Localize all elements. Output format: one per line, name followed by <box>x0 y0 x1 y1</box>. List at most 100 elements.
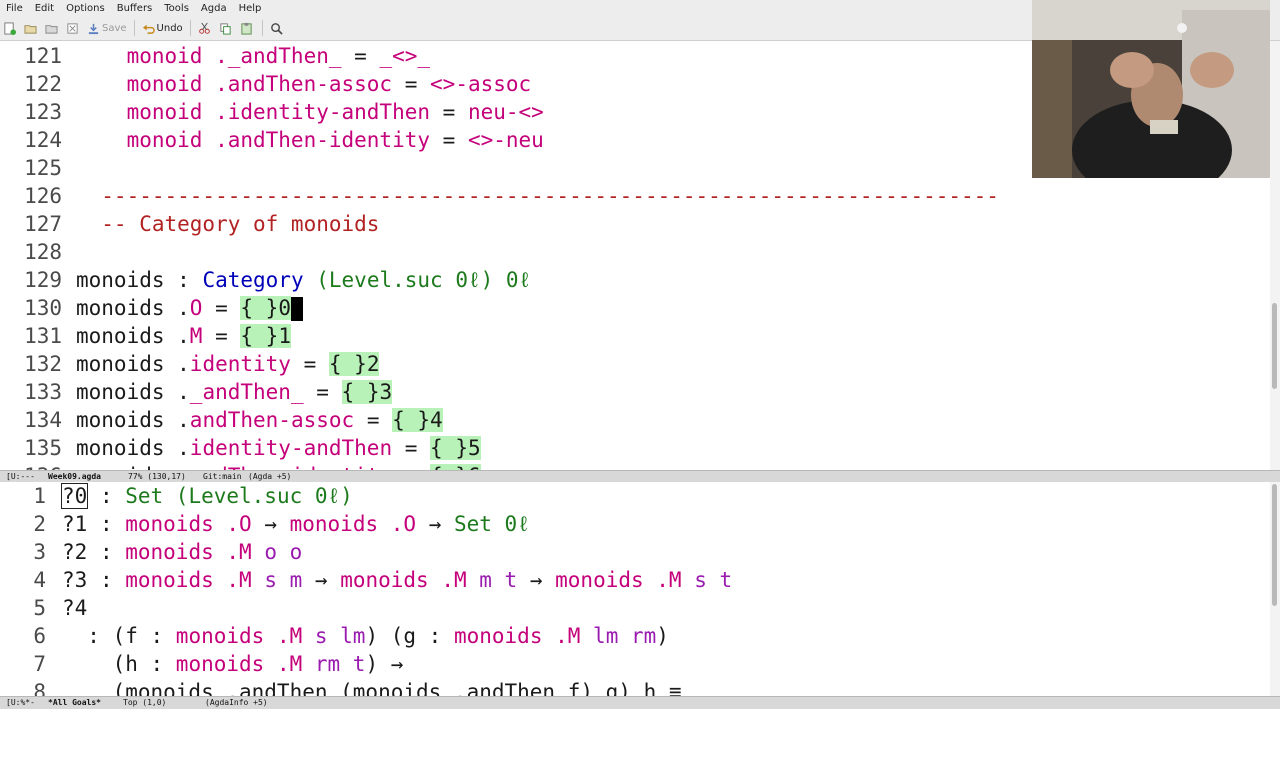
editor-line[interactable]: 128 <box>0 238 76 266</box>
goal-line[interactable]: 8 (monoids .andThen (monoids .andThen f)… <box>0 678 682 696</box>
code-text[interactable]: monoids : Category (Level.suc 0ℓ) 0ℓ <box>76 266 531 294</box>
code-token: (monoids .andThen (monoids .andThen f) g… <box>62 680 682 696</box>
code-text[interactable]: : (f : monoids .M s lm) (g : monoids .M … <box>62 622 669 650</box>
folder-icon <box>24 24 37 34</box>
code-token: o o <box>251 540 303 564</box>
code-text[interactable]: (monoids .andThen (monoids .andThen f) g… <box>62 678 682 696</box>
line-number: 2 <box>33 512 46 536</box>
code-token: = <box>290 352 329 376</box>
line-number: 136 <box>0 462 62 470</box>
code-token: andThen-assoc <box>189 408 355 432</box>
mode-line-position: Top (1,0) <box>123 698 167 707</box>
editor-line[interactable]: 126 ------------------------------------… <box>0 182 999 210</box>
open-file-button[interactable] <box>21 18 42 38</box>
code-text[interactable]: ?0 : Set (Level.suc 0ℓ) <box>60 482 353 510</box>
editor-line[interactable]: 133 monoids ._andThen_ = { }3 <box>0 378 393 406</box>
code-text[interactable]: ?3 : monoids .M s m → monoids .M m t → m… <box>62 566 732 594</box>
line-number: 133 <box>24 380 62 404</box>
goal-line[interactable]: 2 ?1 : monoids .O → monoids .O → Set 0ℓ <box>0 510 530 538</box>
code-text[interactable]: monoids .identity = { }2 <box>76 350 380 378</box>
code-text[interactable]: monoid .andThen-identity = <>-neu <box>76 126 544 154</box>
menu-item-tools[interactable]: Tools <box>158 3 195 14</box>
goals-scrollbar[interactable] <box>1270 482 1280 696</box>
editor-line[interactable]: 122 monoid .andThen-assoc = <>-assoc <box>0 70 531 98</box>
editor-scrollbar[interactable] <box>1270 41 1280 470</box>
code-text[interactable]: monoids .M = { }1 <box>76 322 291 350</box>
code-text[interactable]: monoid .andThen-assoc = <>-assoc <box>76 70 532 98</box>
code-token: = <box>202 324 241 348</box>
code-token: neu-<> <box>467 100 544 124</box>
mode-line-mode[interactable]: (AgdaInfo +5) <box>205 697 268 709</box>
goal-line[interactable]: 6 : (f : monoids .M s lm) (g : monoids .… <box>0 622 669 650</box>
code-text[interactable]: monoids ._andThen_ = { }3 <box>76 378 393 406</box>
new-file-icon <box>4 21 16 35</box>
editor-line[interactable]: 123 monoid .identity-andThen = neu-<> <box>0 98 544 126</box>
goal-line[interactable]: 4 ?3 : monoids .M s m → monoids .M m t → … <box>0 566 732 594</box>
editor-scrollbar-thumb[interactable] <box>1272 303 1277 389</box>
editor-line[interactable]: 129 monoids : Category (Level.suc 0ℓ) 0ℓ <box>0 266 531 294</box>
menu-item-edit[interactable]: Edit <box>29 3 60 14</box>
editor-line[interactable]: 121 monoid ._andThen_ = _<>_ <box>0 42 430 70</box>
goal-hole[interactable]: { }1 <box>240 324 291 348</box>
code-text[interactable]: ----------------------------------------… <box>76 182 999 210</box>
search-button[interactable] <box>267 18 288 38</box>
code-token: ) → <box>365 652 404 676</box>
code-text[interactable]: -- Category of monoids <box>76 210 379 238</box>
code-text[interactable]: monoids .O = { }0 <box>76 294 303 322</box>
paste-button[interactable] <box>237 18 258 38</box>
editor-line[interactable]: 131 monoids .M = { }1 <box>0 322 291 350</box>
line-number: 122 <box>24 72 62 96</box>
editor-line[interactable]: 136 monoids .andThen-identity = { }6 <box>0 462 481 470</box>
toolbar-separator <box>189 20 191 36</box>
goals-pane[interactable]: 1 ?0 : Set (Level.suc 0ℓ) 2 ?1 : monoids .O… <box>0 482 1270 696</box>
goal-line[interactable]: 5 ?4 <box>0 594 87 622</box>
code-text[interactable]: monoids .andThen-identity = { }6 <box>76 462 481 470</box>
code-text[interactable]: ?1 : monoids .O → monoids .O → Set 0ℓ <box>62 510 530 538</box>
goal-hole[interactable]: { }0 <box>240 296 291 320</box>
code-token: = <box>202 296 241 320</box>
goal-line[interactable]: 3 ?2 : monoids .M o o <box>0 538 302 566</box>
new-file-button[interactable] <box>0 18 21 38</box>
editor-line[interactable]: 130 monoids .O = { }0 <box>0 294 303 322</box>
cut-button[interactable] <box>195 18 216 38</box>
close-buffer-button[interactable] <box>63 18 84 38</box>
code-text[interactable]: monoids .andThen-assoc = { }4 <box>76 406 443 434</box>
code-text[interactable]: monoid .identity-andThen = neu-<> <box>76 98 544 126</box>
code-token: s lm <box>302 624 366 648</box>
goal-line[interactable]: 7 (h : monoids .M rm t) → <box>0 650 403 678</box>
goal-hole[interactable]: { }3 <box>341 380 393 404</box>
open-directory-button[interactable] <box>42 18 63 38</box>
editor-line[interactable]: 127 -- Category of monoids <box>0 210 379 238</box>
save-button[interactable]: Save <box>84 18 130 38</box>
code-text[interactable]: monoids .identity-andThen = { }5 <box>76 434 481 462</box>
mode-line-buffer-name[interactable]: *All Goals* <box>48 697 101 709</box>
code-text[interactable]: ?4 <box>62 594 87 622</box>
editor-line[interactable]: 125 <box>0 154 76 182</box>
code-text[interactable]: (h : monoids .M rm t) → <box>62 650 404 678</box>
code-token: Set (Level.suc 0ℓ) <box>125 484 353 508</box>
goal-line[interactable]: 1 ?0 : Set (Level.suc 0ℓ) <box>0 482 353 510</box>
code-token: monoids .O <box>125 512 252 536</box>
menu-item-options[interactable]: Options <box>60 3 111 14</box>
menu-item-agda[interactable]: Agda <box>195 3 233 14</box>
line-number: 128 <box>24 240 62 264</box>
menu-item-file[interactable]: File <box>0 3 29 14</box>
goal-hole[interactable]: { }2 <box>328 352 380 376</box>
editor-line[interactable]: 132 monoids .identity = { }2 <box>0 350 380 378</box>
code-token: : <box>164 268 203 292</box>
undo-button[interactable]: Undo <box>139 18 186 38</box>
menu-item-buffers[interactable]: Buffers <box>111 3 159 14</box>
copy-button[interactable] <box>216 18 237 38</box>
editor-line[interactable]: 134 monoids .andThen-assoc = { }4 <box>0 406 443 434</box>
menu-item-help[interactable]: Help <box>233 3 268 14</box>
code-token: = <box>341 44 380 68</box>
paste-icon <box>241 22 252 35</box>
goal-hole[interactable]: { }4 <box>392 408 443 432</box>
editor-line[interactable]: 124 monoid .andThen-identity = <>-neu <box>0 126 544 154</box>
code-text[interactable]: ?2 : monoids .M o o <box>62 538 302 566</box>
goal-hole[interactable]: { }5 <box>430 436 481 460</box>
editor-line[interactable]: 135 monoids .identity-andThen = { }5 <box>0 434 481 462</box>
code-text[interactable]: monoid ._andThen_ = _<>_ <box>76 42 430 70</box>
mode-line-status: [U:%*- <box>6 698 35 707</box>
goals-scrollbar-thumb[interactable] <box>1272 484 1277 606</box>
